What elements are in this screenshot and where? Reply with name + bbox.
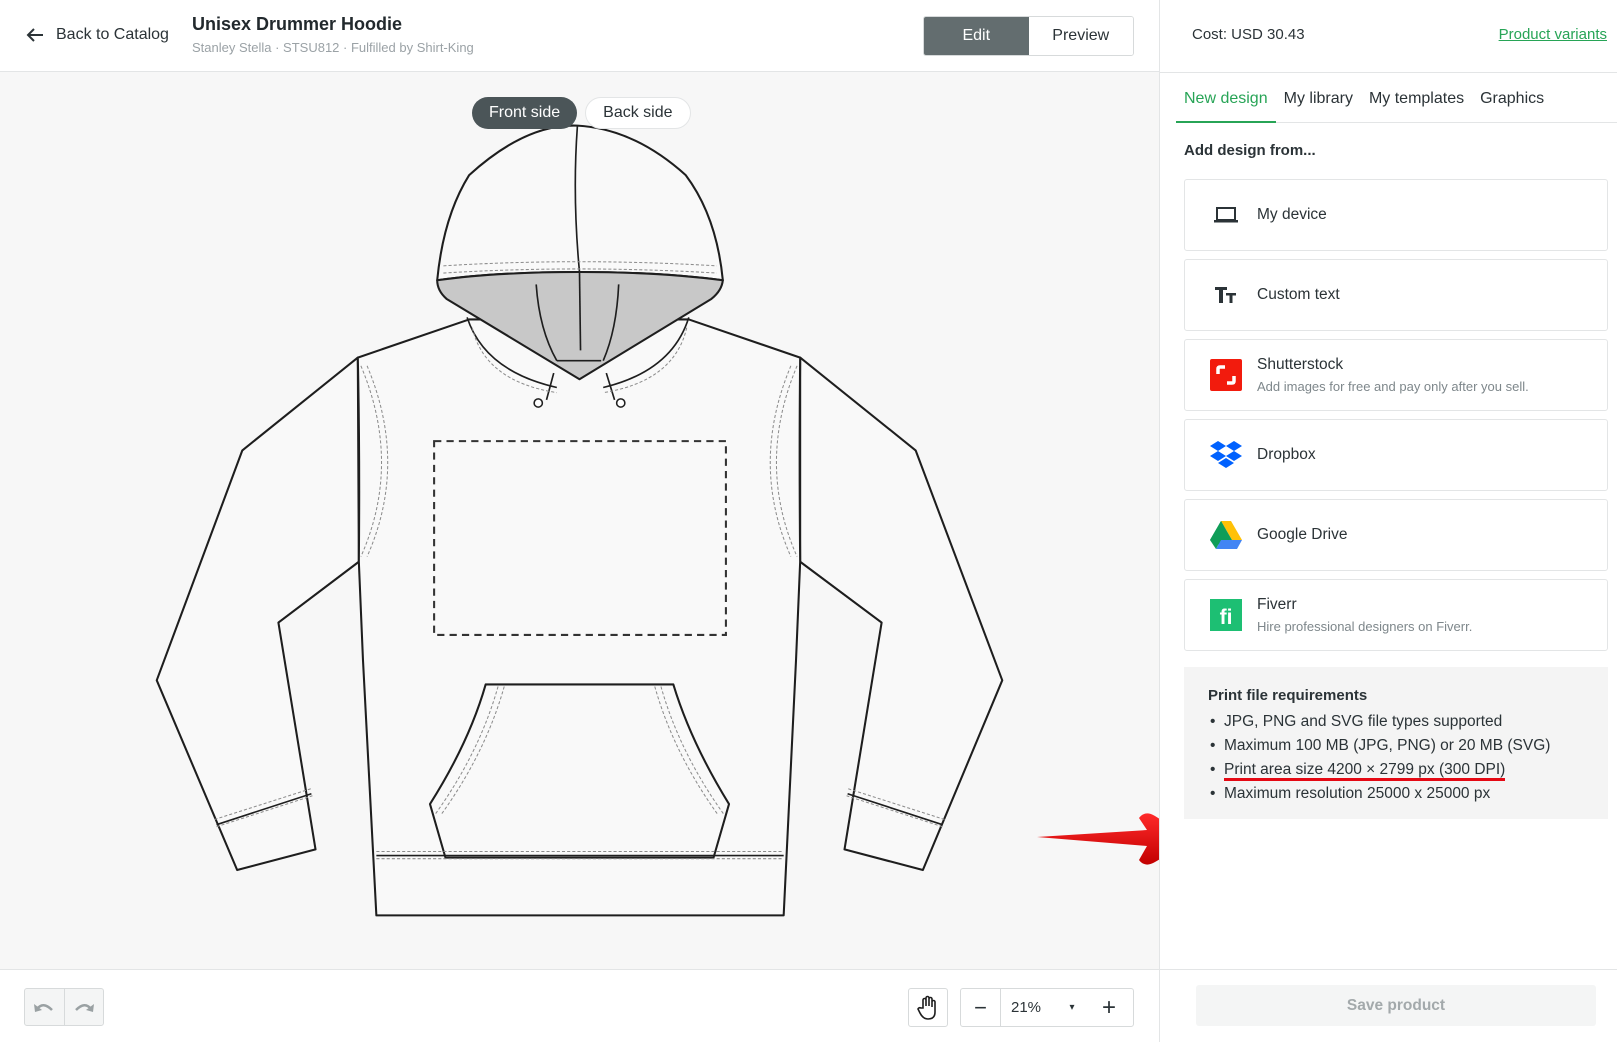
product-title: Unisex Drummer Hoodie xyxy=(192,14,403,34)
source-description: Add images for free and pay only after y… xyxy=(1257,379,1529,394)
source-label: Shutterstock xyxy=(1257,356,1344,373)
side-switcher: Front side Back side xyxy=(472,97,691,129)
laptop-icon xyxy=(1209,198,1243,232)
requirement-item: Maximum resolution 25000 x 25000 px xyxy=(1208,782,1584,806)
redo-button[interactable] xyxy=(63,989,104,1025)
divider xyxy=(1160,72,1617,73)
dropbox-icon xyxy=(1209,438,1243,472)
caret-down-icon[interactable]: ▾ xyxy=(1059,1002,1085,1013)
shutterstock-icon xyxy=(1209,358,1243,392)
design-tabs: New design My library My templates Graph… xyxy=(1176,90,1617,123)
text-icon xyxy=(1209,278,1243,312)
divider xyxy=(1160,969,1617,970)
back-label: Back to Catalog xyxy=(56,26,169,43)
requirement-item: JPG, PNG and SVG file types supported xyxy=(1208,710,1584,734)
source-label: My device xyxy=(1257,206,1327,223)
history-controls xyxy=(24,988,104,1026)
product-subtitle: Stanley Stella · STSU812 · Fulfilled by … xyxy=(192,40,474,55)
product-cost: Cost: USD 30.43 xyxy=(1192,26,1305,43)
zoom-level[interactable]: 21% xyxy=(1001,999,1059,1016)
hood xyxy=(436,124,724,282)
design-sidebar: Cost: USD 30.43 Product variants New des… xyxy=(1159,0,1617,1042)
left-sleeve xyxy=(155,356,360,872)
product-variants-link[interactable]: Product variants xyxy=(1499,26,1607,43)
zoom-in-button[interactable]: + xyxy=(1085,994,1133,1022)
edit-mode-button[interactable]: Edit xyxy=(924,17,1029,55)
requirement-item: Maximum 100 MB (JPG, PNG) or 20 MB (SVG) xyxy=(1208,734,1584,758)
requirements-title: Print file requirements xyxy=(1208,687,1368,704)
print-file-requirements: Print file requirements JPG, PNG and SVG… xyxy=(1184,667,1608,819)
hoodie-mockup xyxy=(155,124,1004,917)
source-google-drive[interactable]: Google Drive xyxy=(1184,499,1608,571)
requirement-text: Print area size 4200 × 2799 px (300 DPI) xyxy=(1224,761,1506,781)
pan-tool-button[interactable] xyxy=(908,988,948,1027)
source-custom-text[interactable]: Custom text xyxy=(1184,259,1608,331)
source-label: Google Drive xyxy=(1257,526,1348,543)
mode-toggle: Edit Preview xyxy=(923,16,1134,56)
source-label: Custom text xyxy=(1257,286,1340,303)
save-product-button[interactable]: Save product xyxy=(1196,985,1596,1026)
tab-new-design[interactable]: New design xyxy=(1176,90,1276,123)
zoom-out-button[interactable]: − xyxy=(961,989,1001,1026)
tab-my-library[interactable]: My library xyxy=(1276,90,1361,123)
svg-text:fi: fi xyxy=(1220,606,1233,629)
design-canvas[interactable]: Front side Back side xyxy=(0,72,1193,969)
redo-icon xyxy=(74,1004,94,1012)
design-source-list: My device Custom text Shutterstock Add i… xyxy=(1184,179,1608,659)
add-design-heading: Add design from... xyxy=(1184,142,1316,159)
preview-mode-button[interactable]: Preview xyxy=(1028,17,1133,55)
source-dropbox[interactable]: Dropbox xyxy=(1184,419,1608,491)
fiverr-icon: fi xyxy=(1209,598,1243,632)
source-label: Dropbox xyxy=(1257,446,1316,463)
google-drive-icon xyxy=(1209,518,1243,552)
requirement-text: Maximum resolution 25000 x 25000 px xyxy=(1224,785,1491,802)
source-my-device[interactable]: My device xyxy=(1184,179,1608,251)
front-side-tab[interactable]: Front side xyxy=(472,97,578,129)
source-description: Hire professional designers on Fiverr. xyxy=(1257,619,1473,634)
source-shutterstock[interactable]: Shutterstock Add images for free and pay… xyxy=(1184,339,1608,411)
arrow-left-icon xyxy=(26,28,43,42)
hand-icon xyxy=(917,995,936,1020)
zoom-control: − 21% ▾ + xyxy=(960,988,1134,1027)
requirements-list: JPG, PNG and SVG file types supported Ma… xyxy=(1208,710,1584,806)
requirement-text: JPG, PNG and SVG file types supported xyxy=(1224,713,1503,730)
requirement-text: Maximum 100 MB (JPG, PNG) or 20 MB (SVG) xyxy=(1224,737,1551,754)
undo-button[interactable] xyxy=(25,989,64,1025)
tab-graphics[interactable]: Graphics xyxy=(1472,90,1552,123)
canvas-toolbar: − 21% ▾ + xyxy=(0,969,1159,1042)
requirement-item-highlighted: Print area size 4200 × 2799 px (300 DPI) xyxy=(1208,758,1584,782)
source-label: Fiverr xyxy=(1257,596,1297,613)
undo-icon xyxy=(34,1004,54,1012)
back-to-catalog-link[interactable]: Back to Catalog xyxy=(24,24,169,46)
tab-my-templates[interactable]: My templates xyxy=(1361,90,1472,123)
top-header: Back to Catalog Unisex Drummer Hoodie St… xyxy=(0,0,1159,72)
back-side-tab[interactable]: Back side xyxy=(585,97,691,129)
source-fiverr[interactable]: fi Fiverr Hire professional designers on… xyxy=(1184,579,1608,651)
right-sleeve xyxy=(799,356,1004,872)
